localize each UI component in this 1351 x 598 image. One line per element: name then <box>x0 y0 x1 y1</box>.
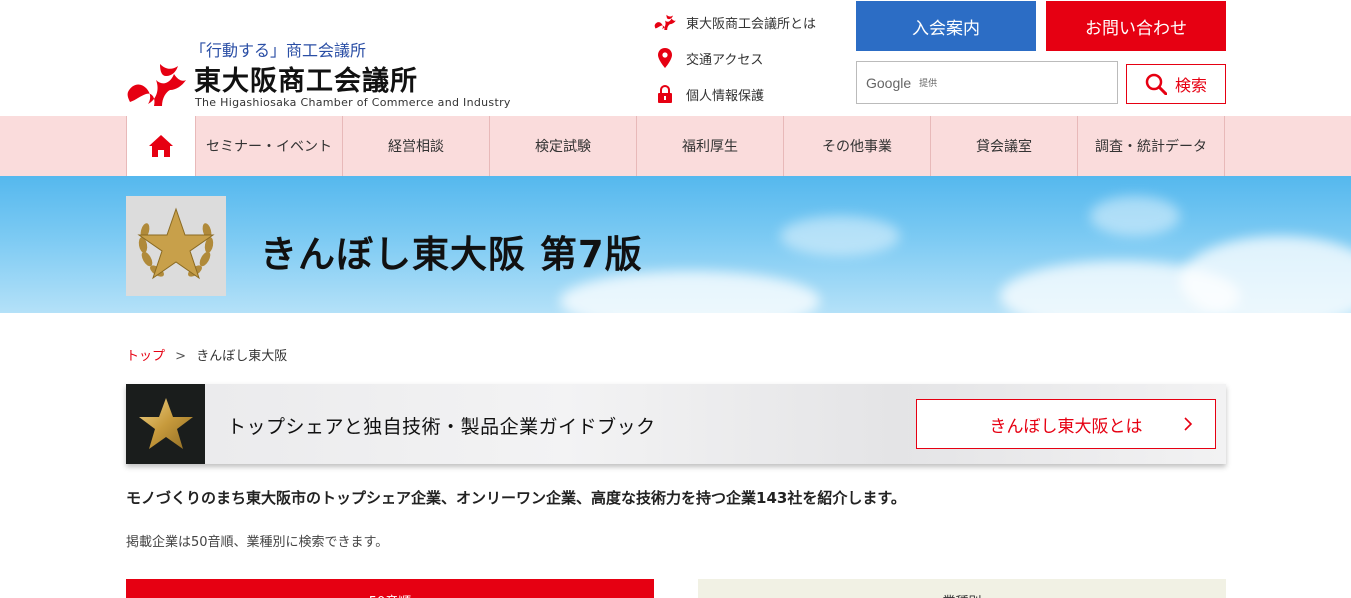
breadcrumb-home-link[interactable]: トップ <box>126 349 165 364</box>
nav-item-research[interactable]: 調査・統計データ <box>1078 116 1225 176</box>
nav-item-seminar[interactable]: セミナー・イベント <box>196 116 343 176</box>
util-link-about[interactable]: 東大阪商工会議所とは <box>654 11 816 33</box>
util-link-label: 個人情報保護 <box>686 88 765 104</box>
nav-item-exam[interactable]: 検定試験 <box>490 116 637 176</box>
nav-item-other[interactable]: その他事業 <box>784 116 931 176</box>
util-link-access[interactable]: 交通アクセス <box>654 47 763 69</box>
logo-tagline: 「行動する」商工会議所 <box>190 41 367 60</box>
nav-item-rental[interactable]: 貸会議室 <box>931 116 1078 176</box>
global-nav: セミナー・イベント 経営相談 検定試験 福利厚生 その他事業 貸会議室 調査・統… <box>0 116 1351 176</box>
page-title: きんぼし東大阪 第7版 <box>260 233 643 276</box>
gold-star-icon <box>126 384 205 464</box>
google-label: Google <box>866 74 912 91</box>
breadcrumb-separator: > <box>175 349 187 364</box>
about-kinboshi-label: きんぼし東大阪とは <box>989 416 1143 437</box>
contact-button[interactable]: お問い合わせ <box>1046 1 1226 51</box>
logo-org-name: 東大阪商工会議所 <box>194 66 418 97</box>
util-link-privacy[interactable]: 個人情報保護 <box>654 83 764 105</box>
tab-aiueo-order[interactable]: 50音順 <box>126 579 654 598</box>
nav-home[interactable] <box>126 116 196 176</box>
search-button-label: 検索 <box>1174 76 1207 95</box>
breadcrumb: トップ > きんぼし東大阪 <box>126 345 287 364</box>
gold-star-laurel-icon <box>137 207 215 280</box>
breadcrumb-current: きんぼし東大阪 <box>196 349 288 364</box>
tab-by-industry[interactable]: 業種別 <box>698 579 1226 598</box>
util-link-label: 交通アクセス <box>686 52 764 68</box>
site-header: 「行動する」商工会議所 東大阪商工会議所 The Higashiosaka Ch… <box>0 0 1351 116</box>
chevron-right-icon <box>1184 417 1193 431</box>
kinboshi-emblem <box>126 196 226 296</box>
logo-mark-icon <box>127 64 186 106</box>
join-button[interactable]: 入会案内 <box>856 1 1036 51</box>
guidebook-banner: トップシェアと独自技術・製品企業ガイドブック きんぼし東大阪とは <box>126 384 1226 464</box>
search-icon <box>1145 73 1167 95</box>
nav-item-welfare[interactable]: 福利厚生 <box>637 116 784 176</box>
provided-label: 提供 <box>919 79 938 89</box>
intro-sub: 掲載企業は50音順、業種別に検索できます。 <box>126 535 389 550</box>
page-hero: きんぼし東大阪 第7版 <box>0 176 1351 313</box>
search-input[interactable]: Google 提供 <box>856 61 1118 104</box>
map-pin-icon <box>654 47 676 69</box>
about-kinboshi-button[interactable]: きんぼし東大阪とは <box>916 399 1216 449</box>
logo-mark-icon <box>654 11 676 33</box>
logo-org-name-en: The Higashiosaka Chamber of Commerce and… <box>195 96 511 109</box>
nav-item-consult[interactable]: 経営相談 <box>343 116 490 176</box>
util-link-label: 東大阪商工会議所とは <box>686 16 817 32</box>
home-icon <box>149 135 173 157</box>
intro-lead: モノづくりのまち東大阪市のトップシェア企業、オンリーワン企業、高度な技術力を持つ… <box>126 489 906 507</box>
guidebook-text: トップシェアと独自技術・製品企業ガイドブック <box>227 416 656 438</box>
lock-icon <box>654 83 676 105</box>
search-button[interactable]: 検索 <box>1126 64 1226 104</box>
